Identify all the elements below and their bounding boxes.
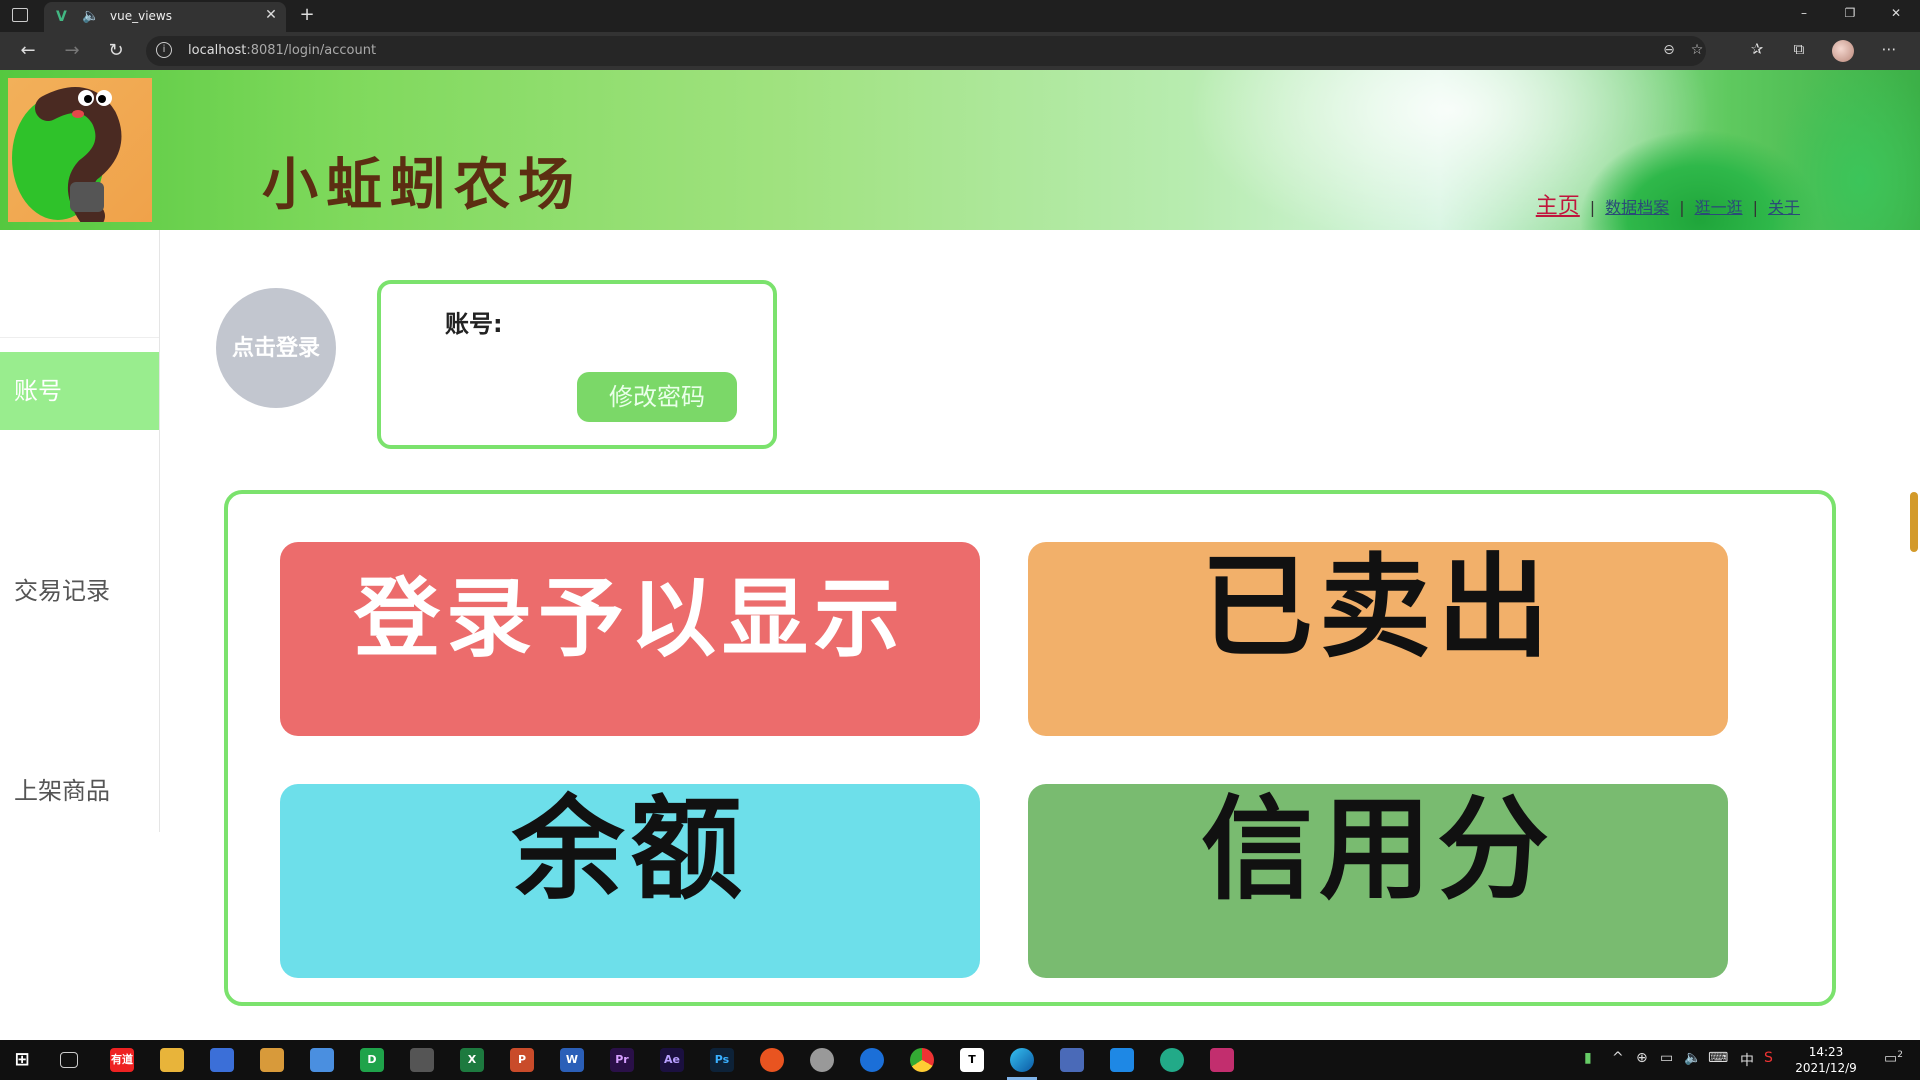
- restore-button[interactable]: ❐: [1838, 6, 1862, 26]
- login-prompt-tile: 登录予以显示: [280, 542, 980, 736]
- address-bar: ← → ↻ i localhost:8081/login/account ⊖ ☆…: [0, 32, 1920, 70]
- zoom-icon[interactable]: ⊖: [1660, 42, 1678, 60]
- app-icon[interactable]: [810, 1048, 834, 1072]
- site-banner: 小蚯蚓农场 主页 | 数据档案 | 逛一逛 | 关于: [0, 70, 1920, 230]
- tab-actions-icon[interactable]: [12, 8, 28, 22]
- more-menu-icon[interactable]: ⋯: [1878, 40, 1900, 62]
- balance-tile: 余额: [280, 784, 980, 978]
- ime-indicator[interactable]: 中: [1740, 1050, 1754, 1070]
- sidebar-item-transactions[interactable]: 交易记录: [0, 552, 159, 630]
- tray-expand-icon[interactable]: ^: [1612, 1050, 1624, 1066]
- ubuntu-icon[interactable]: [760, 1048, 784, 1072]
- tab-close-icon[interactable]: ✕: [262, 7, 280, 25]
- excel-icon[interactable]: X: [460, 1048, 484, 1072]
- windows-start-icon[interactable]: ⊞: [10, 1048, 34, 1072]
- browser-tab-bar: V 🔈 vue_views ✕ + – ❐ ✕: [0, 0, 1920, 32]
- notification-icon[interactable]: ▭2: [1884, 1050, 1903, 1067]
- refresh-icon[interactable]: ↻: [104, 40, 128, 64]
- notification-count: 2: [1897, 1050, 1903, 1060]
- network-icon[interactable]: ⊕: [1636, 1050, 1648, 1066]
- file-explorer-icon[interactable]: [160, 1048, 184, 1072]
- d-app-icon[interactable]: D: [360, 1048, 384, 1072]
- close-window-button[interactable]: ✕: [1884, 6, 1908, 26]
- notepad-icon[interactable]: [310, 1048, 334, 1072]
- power-icon[interactable]: ▭: [1660, 1050, 1673, 1066]
- vue-favicon-icon: V: [56, 9, 67, 25]
- app-icon[interactable]: [1060, 1048, 1084, 1072]
- sidebar-item-listed-goods[interactable]: 上架商品: [0, 752, 159, 830]
- nav-home[interactable]: 主页: [1536, 188, 1580, 220]
- site-title: 小蚯蚓农场: [262, 153, 582, 218]
- terminal-icon[interactable]: [410, 1048, 434, 1072]
- app-icon[interactable]: [210, 1048, 234, 1072]
- collections-icon[interactable]: ⧉: [1788, 40, 1810, 62]
- nav-separator: |: [1752, 198, 1758, 217]
- back-icon[interactable]: ←: [16, 40, 40, 64]
- sold-tile: 已卖出: [1028, 542, 1728, 736]
- forward-icon[interactable]: →: [60, 40, 84, 64]
- favorites-icon[interactable]: ✰: [1746, 40, 1768, 62]
- youdao-icon[interactable]: 有道: [110, 1048, 134, 1072]
- clock-time: 14:23: [1808, 1045, 1844, 1059]
- nav-separator: |: [1589, 198, 1596, 217]
- sidebar: 账号 交易记录 上架商品: [0, 230, 160, 832]
- tab-title: vue_views: [110, 9, 172, 23]
- profile-avatar[interactable]: [1832, 40, 1854, 62]
- url-field[interactable]: i localhost:8081/login/account ⊖ ☆: [146, 36, 1706, 66]
- change-password-button[interactable]: 修改密码: [577, 372, 737, 422]
- login-avatar-button[interactable]: 点击登录: [216, 288, 336, 408]
- folder-app-icon[interactable]: [260, 1048, 284, 1072]
- intellij-icon[interactable]: [1210, 1048, 1234, 1072]
- add-favorite-icon[interactable]: ☆: [1688, 42, 1706, 60]
- volume-icon[interactable]: 🔈: [1684, 1050, 1701, 1066]
- after-effects-icon[interactable]: Ae: [660, 1048, 684, 1072]
- taskbar: ⊞ 有道 D X P W Pr Ae Ps T ▮ ^ ⊕ ▭ 🔈 ⌨ 中 S …: [0, 1040, 1920, 1080]
- nav-about[interactable]: 关于: [1768, 194, 1800, 218]
- typora-icon[interactable]: T: [960, 1048, 984, 1072]
- tile-text: 信用分: [1201, 785, 1555, 915]
- sidebar-item-account[interactable]: 账号: [0, 352, 159, 430]
- account-card: 账号: 修改密码: [377, 280, 777, 449]
- clock-date: 2021/12/9: [1795, 1061, 1857, 1075]
- task-view-icon[interactable]: [60, 1052, 78, 1068]
- chrome-icon[interactable]: [910, 1048, 934, 1072]
- scrollbar-thumb[interactable]: [1910, 492, 1918, 552]
- nav-data-archive[interactable]: 数据档案: [1605, 194, 1669, 218]
- top-nav: 主页 | 数据档案 | 逛一逛 | 关于: [1536, 188, 1800, 220]
- worm-logo[interactable]: [8, 78, 152, 222]
- credit-score-tile: 信用分: [1028, 784, 1728, 978]
- app-icon[interactable]: [1160, 1048, 1184, 1072]
- edge-icon[interactable]: [1010, 1048, 1034, 1072]
- keyboard-icon[interactable]: ⌨: [1708, 1050, 1728, 1066]
- sogou-icon[interactable]: S: [1764, 1050, 1773, 1066]
- nav-separator: |: [1679, 198, 1685, 217]
- powerpoint-icon[interactable]: P: [510, 1048, 534, 1072]
- tile-text: 登录予以显示: [354, 568, 906, 669]
- photoshop-icon[interactable]: Ps: [710, 1048, 734, 1072]
- tile-text: 已卖出: [1201, 543, 1555, 673]
- browser-tab[interactable]: V 🔈 vue_views ✕: [44, 2, 286, 32]
- url-text[interactable]: localhost:8081/login/account: [188, 43, 376, 58]
- app-icon[interactable]: [860, 1048, 884, 1072]
- stats-panel: 登录予以显示 已卖出 余额 信用分: [224, 490, 1836, 1006]
- info-icon[interactable]: i: [156, 42, 172, 58]
- new-tab-button[interactable]: +: [296, 4, 318, 26]
- minimize-button[interactable]: –: [1792, 6, 1816, 26]
- account-label: 账号:: [445, 310, 503, 338]
- nav-browse[interactable]: 逛一逛: [1695, 194, 1743, 218]
- speaker-icon[interactable]: 🔈: [82, 8, 100, 26]
- premiere-icon[interactable]: Pr: [610, 1048, 634, 1072]
- tile-text: 余额: [512, 785, 748, 915]
- clock[interactable]: 14:23 2021/12/9: [1780, 1044, 1872, 1076]
- word-icon[interactable]: W: [560, 1048, 584, 1072]
- battery-icon[interactable]: ▮: [1584, 1050, 1592, 1066]
- sidebar-header: [0, 230, 159, 338]
- vscode-icon[interactable]: [1110, 1048, 1134, 1072]
